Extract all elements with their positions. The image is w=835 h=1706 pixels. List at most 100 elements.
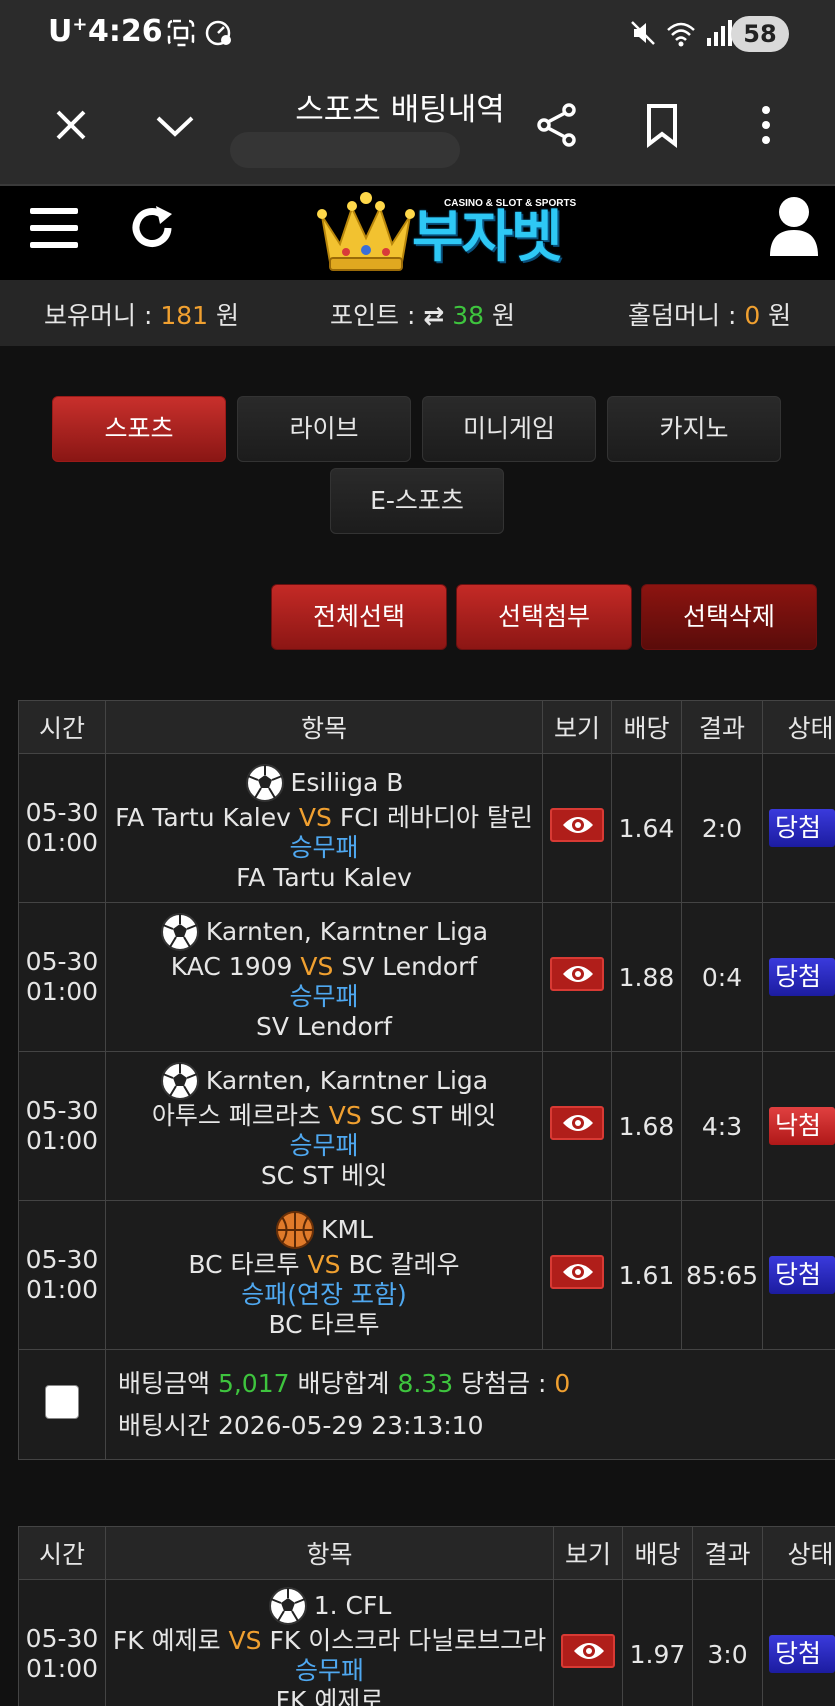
bet-result: 4:3 — [681, 1051, 763, 1201]
user-profile-icon[interactable] — [766, 194, 822, 258]
exchange-icon[interactable]: ⇄ — [423, 301, 444, 330]
bet-odds: 1.64 — [611, 753, 682, 903]
status-badge: 낙첨 — [769, 1107, 835, 1145]
bet-result: 3:0 — [692, 1579, 763, 1706]
header-result: 결과 — [681, 700, 763, 754]
soccer-ball-icon — [160, 1062, 199, 1100]
checkbox-cell — [18, 1349, 106, 1460]
table-row: 05-30 01:00 Esiliiga B FA Tartu Kalev VS … — [18, 753, 835, 903]
view-eye-button[interactable] — [550, 1255, 604, 1289]
tab-casino[interactable]: 카지노 — [607, 396, 781, 462]
eye-icon — [563, 966, 593, 982]
mute-icon — [631, 21, 655, 45]
tab-esports[interactable]: E-스포츠 — [330, 468, 504, 534]
browser-toolbar: 스포츠 배팅내역 — [0, 70, 835, 186]
header-odds: 배당 — [622, 1526, 693, 1580]
header-status: 상태 — [762, 1526, 835, 1580]
header-odds: 배당 — [611, 700, 682, 754]
table-row: 05-30 01:00 KML BC 타르투 VS BC 칼레우 승패(연장 포함… — [18, 1200, 835, 1350]
more-options-icon[interactable] — [741, 100, 791, 150]
table-row: 05-30 01:00 Karnten, Karntner Liga KAC 19… — [18, 902, 835, 1052]
header-view: 보기 — [553, 1526, 623, 1580]
view-eye-button[interactable] — [561, 1634, 615, 1668]
bet-item: 1. CFL FK 예제로 VS FK 이스크라 다닐로브그라 승무패 FK 예… — [105, 1579, 554, 1706]
bet-item: Karnten, Karntner Liga KAC 1909 VS SV Le… — [105, 902, 543, 1052]
header-item: 항목 — [105, 700, 543, 754]
header-result: 결과 — [692, 1526, 763, 1580]
close-icon[interactable] — [46, 100, 96, 150]
carrier-label: U+ — [48, 14, 88, 49]
bet-datetime: 2026-05-29 23:13:10 — [217, 1410, 484, 1440]
bet-amount: 5,017 — [217, 1368, 290, 1398]
bet-result: 85:65 — [681, 1200, 763, 1350]
url-bar[interactable] — [230, 132, 460, 168]
status-cell: 당첨 — [762, 902, 835, 1052]
battery-indicator: 58 — [731, 16, 789, 52]
holdem-money: 홀덤머니 : 0 원 — [628, 301, 792, 330]
balance-bar: 보유머니 : 181 원 포인트 : ⇄ 38 원 홀덤머니 : 0 원 — [0, 280, 835, 346]
bet-item: KML BC 타르투 VS BC 칼레우 승패(연장 포함) BC 타르투 — [105, 1200, 543, 1350]
select-all-button[interactable]: 전체선택 — [271, 584, 447, 650]
odds-total: 8.33 — [397, 1368, 454, 1398]
bet-select-checkbox[interactable] — [45, 1384, 79, 1419]
bet-time: 05-30 01:00 — [18, 1579, 106, 1706]
tab-live[interactable]: 라이브 — [237, 396, 411, 462]
status-bar: U+ 4:26 58 — [0, 0, 835, 70]
signal-icon — [707, 20, 732, 46]
view-cell — [542, 1200, 612, 1350]
bet-item: Esiliiga B FA Tartu Kalev VS FCI 레바디아 탈린… — [105, 753, 543, 903]
table-header-row: 시간 항목 보기 배당 결과 상태 — [18, 700, 835, 754]
status-cell: 당첨 — [762, 1579, 835, 1706]
view-cell — [553, 1579, 623, 1706]
holding-money-value: 181 — [160, 301, 209, 330]
status-cell: 당첨 — [762, 1200, 835, 1350]
bet-slip-table: 시간 항목 보기 배당 결과 상태 05-30 01:00 Esiliiga B … — [18, 700, 835, 1460]
view-eye-button[interactable] — [550, 808, 604, 842]
bet-result: 2:0 — [681, 753, 763, 903]
bet-summary: 배팅금액 5,017 배당합계 8.33 당첨금 : 0 배팅시간 2026-0… — [105, 1349, 835, 1460]
share-icon[interactable] — [532, 100, 582, 150]
wifi-icon — [667, 22, 695, 47]
bet-odds: 1.88 — [611, 902, 682, 1052]
header-time: 시간 — [18, 700, 106, 754]
bet-odds: 1.61 — [611, 1200, 682, 1350]
soccer-ball-icon — [268, 1587, 307, 1625]
tab-minigame[interactable]: 미니게임 — [422, 396, 596, 462]
soccer-ball-icon — [245, 764, 284, 802]
site-header: CASINO & SLOT & SPORTS 부자벳 — [0, 186, 835, 280]
bet-time: 05-30 01:00 — [18, 1200, 106, 1350]
bet-odds: 1.97 — [622, 1579, 693, 1706]
tab-sports[interactable]: 스포츠 — [52, 396, 226, 462]
header-time: 시간 — [18, 1526, 106, 1580]
view-eye-button[interactable] — [550, 1106, 604, 1140]
data-saver-icon — [205, 20, 231, 46]
bookmark-icon[interactable] — [637, 100, 687, 150]
bet-result: 0:4 — [681, 902, 763, 1052]
table-row: 05-30 01:00 Karnten, Karntner Liga 아투스 페르… — [18, 1051, 835, 1201]
hamburger-menu-icon[interactable] — [28, 202, 80, 254]
header-item: 항목 — [105, 1526, 554, 1580]
holdem-money-value: 0 — [744, 301, 761, 330]
bet-time: 05-30 01:00 — [18, 1051, 106, 1201]
attach-selected-button[interactable]: 선택첨부 — [456, 584, 632, 650]
clock: 4:26 — [88, 14, 163, 49]
eye-icon — [574, 1643, 604, 1659]
view-cell — [542, 1051, 612, 1201]
crown-icon — [317, 192, 415, 271]
refresh-icon[interactable] — [128, 204, 176, 252]
view-cell — [542, 902, 612, 1052]
logo-wordmark: 부자벳 — [412, 205, 563, 270]
bet-summary-row: 배팅금액 5,017 배당합계 8.33 당첨금 : 0 배팅시간 2026-0… — [18, 1349, 835, 1460]
status-badge: 당첨 — [769, 809, 835, 847]
bet-odds: 1.68 — [611, 1051, 682, 1201]
eye-icon — [563, 1115, 593, 1131]
table-header-row: 시간 항목 보기 배당 결과 상태 — [18, 1526, 835, 1580]
view-cell — [542, 753, 612, 903]
delete-selected-button[interactable]: 선택삭제 — [641, 584, 817, 650]
view-eye-button[interactable] — [550, 957, 604, 991]
status-cell: 당첨 — [762, 753, 835, 903]
eye-icon — [563, 1264, 593, 1280]
chevron-down-icon[interactable] — [150, 100, 200, 150]
table-row: 05-30 01:00 1. CFL FK 예제로 VS FK 이스크라 다닐로브… — [18, 1579, 835, 1706]
site-logo[interactable]: CASINO & SLOT & SPORTS 부자벳 — [316, 186, 596, 278]
